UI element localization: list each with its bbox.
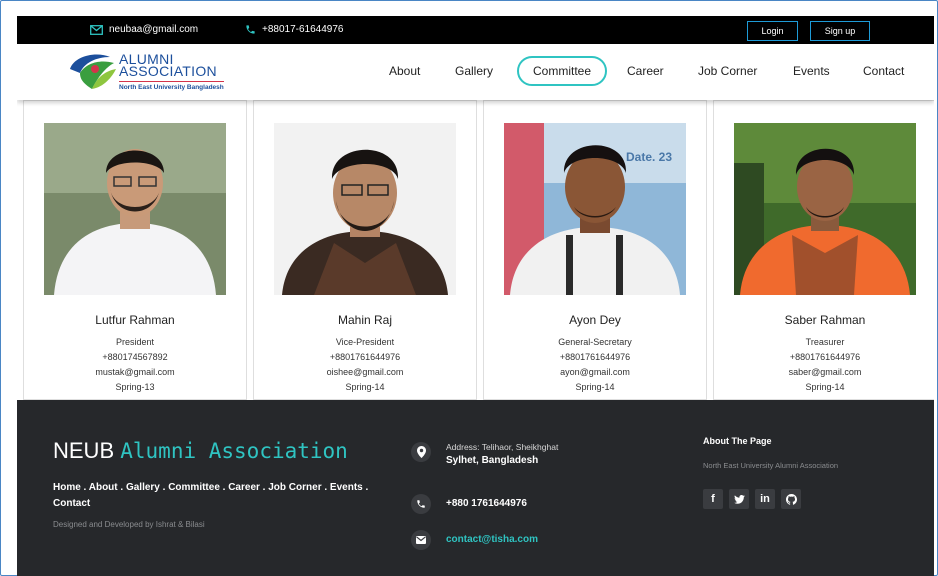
page: neubaa@gmail.com +88017-61644976 Login S… [17,16,934,576]
footer-title: NEUB Alumni Association [53,438,348,464]
member-email: ayon@gmail.com [560,367,630,377]
logo-line-2: ASSOCIATION [119,63,217,79]
logo-emblem-icon [70,54,116,89]
member-card: Mahin Raj Vice-President +8801761644976 … [253,100,477,400]
envelope-icon [411,530,431,550]
nav-gallery[interactable]: Gallery [455,64,493,78]
member-name: Ayon Dey [569,313,621,327]
member-photo [274,123,456,295]
footer-email-link[interactable]: contact@tisha.com [446,530,538,545]
navbar: ALUMNI ASSOCIATION North East University… [17,44,934,100]
footer: NEUB Alumni Association Home . About . G… [17,400,934,576]
member-phone: +8801761644976 [329,352,401,362]
member-name: Saber Rahman [784,313,866,327]
topbar-phone[interactable]: +88017-61644976 [245,24,343,35]
member-role: General-Secretary [558,337,632,347]
member-role: President [115,337,155,347]
topbar-email[interactable]: neubaa@gmail.com [90,24,198,35]
photo-banner-text: Date. 23 [626,150,672,164]
social-links: f in [703,489,801,509]
alumni-logo[interactable]: ALUMNI ASSOCIATION North East University… [66,51,246,93]
member-card: Lutfur Rahman President +880174567892 mu… [23,100,247,400]
envelope-icon [90,24,103,35]
location-pin-icon [411,442,431,462]
nav-about[interactable]: About [389,64,420,78]
member-photo [734,123,916,295]
member-batch: Spring-14 [805,382,845,392]
top-bar: neubaa@gmail.com +88017-61644976 Login S… [17,16,934,44]
phone-icon [246,25,255,34]
footer-phone-text: +880 1761644976 [446,498,527,509]
nav-events[interactable]: Events [793,64,830,78]
member-card: Saber Rahman Treasurer +8801761644976 sa… [713,100,934,400]
member-phone: +880174567892 [102,352,168,362]
footer-about-text: North East University Alumni Association [703,461,839,470]
footer-address-line-2: Sylhet, Bangladesh [446,455,539,466]
member-name: Mahin Raj [337,313,393,327]
member-batch: Spring-13 [115,382,155,392]
phone-icon [411,494,431,514]
linkedin-icon[interactable]: in [755,489,775,509]
signup-button[interactable]: Sign up [810,21,870,41]
nav-contact[interactable]: Contact [863,64,904,78]
footer-about-heading: About The Page [703,436,772,446]
footer-address: Address: Telihaor, Sheikhghat Sylhet, Ba… [411,442,558,466]
footer-title-plain: NEUB [53,438,115,463]
member-phone: +8801761644976 [559,352,631,362]
member-batch: Spring-14 [345,382,385,392]
member-phone: +8801761644976 [789,352,861,362]
topbar-phone-text: +88017-61644976 [262,24,344,35]
member-email: oishee@gmail.com [326,367,404,377]
logo-text: ALUMNI ASSOCIATION North East University… [119,52,224,91]
member-card: Date. 23 Ayon Dey General-Secretary +880… [483,100,707,400]
footer-links[interactable]: Home . About . Gallery . Committee . Car… [53,480,373,512]
footer-email[interactable]: contact@tisha.com [411,530,538,550]
member-photo: Date. 23 [504,123,686,295]
footer-credit: Designed and Developed by Ishrat & Bilas… [53,520,205,529]
nav-career[interactable]: Career [627,64,664,78]
login-button[interactable]: Login [747,21,798,41]
nav-job-corner[interactable]: Job Corner [698,64,757,78]
member-batch: Spring-14 [575,382,615,392]
nav-committee[interactable]: Committee [517,56,608,86]
footer-address-line-1: Address: Telihaor, Sheikhghat [446,442,559,452]
topbar-email-text: neubaa@gmail.com [109,24,199,35]
github-icon[interactable] [781,489,801,509]
logo-line-3: North East University Bangladesh [119,81,224,91]
member-name: Lutfur Rahman [95,313,175,327]
member-role: Vice-President [335,337,395,347]
footer-phone[interactable]: +880 1761644976 [411,494,527,514]
member-role: Treasurer [805,337,845,347]
twitter-icon[interactable] [729,489,749,509]
footer-title-accent: Alumni Association [120,439,348,463]
member-email: mustak@gmail.com [95,367,175,377]
member-email: saber@gmail.com [788,367,862,377]
committee-cards: Lutfur Rahman President +880174567892 mu… [17,100,934,400]
facebook-icon[interactable]: f [703,489,723,509]
member-photo [44,123,226,295]
